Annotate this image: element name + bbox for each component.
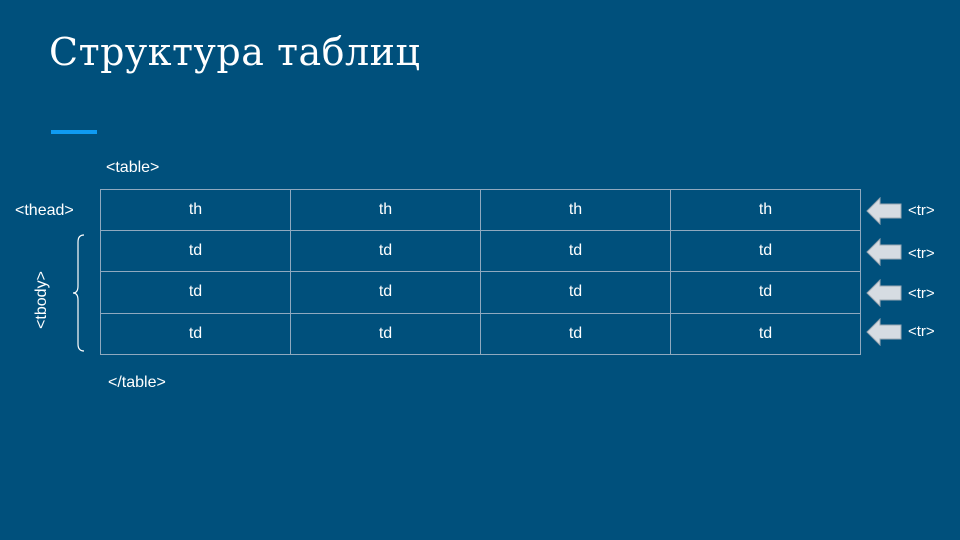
body-row: td td td td — [100, 229, 861, 273]
body-cell: td — [670, 229, 861, 273]
tr-label: <tr> — [908, 245, 935, 262]
left-arrow-icon — [866, 279, 902, 307]
table-close-label: </table> — [108, 374, 166, 391]
thead-label: <thead> — [15, 202, 74, 219]
tr-label: <tr> — [908, 323, 935, 340]
header-cell: th — [480, 189, 671, 231]
tbody-label: <tbody> — [33, 271, 50, 329]
body-cell: td — [480, 271, 671, 314]
body-cell: td — [100, 271, 291, 314]
body-cell: td — [480, 229, 671, 273]
tbody-brace — [72, 234, 85, 352]
body-cell: td — [290, 312, 481, 356]
slide-title: Структура таблиц — [49, 30, 421, 74]
body-cell: td — [290, 229, 481, 273]
header-cell: th — [670, 189, 861, 231]
body-row: td td td td — [100, 271, 861, 314]
body-cell: td — [100, 312, 291, 356]
table-head: th th th th — [100, 189, 861, 231]
header-row: th th th th — [100, 189, 861, 231]
tr-label: <tr> — [908, 202, 935, 219]
header-cell: th — [100, 189, 291, 231]
body-cell: td — [670, 271, 861, 314]
structure-table: th th th th td td td td td td td td td t… — [100, 189, 861, 356]
body-cell: td — [480, 312, 671, 356]
body-cell: td — [100, 229, 291, 273]
title-accent-bar — [51, 130, 97, 134]
table-body: td td td td td td td td td td td td — [100, 229, 861, 356]
table-open-label: <table> — [106, 159, 160, 176]
body-cell: td — [670, 312, 861, 356]
left-arrow-icon — [866, 318, 902, 346]
left-arrow-icon — [866, 238, 902, 266]
tr-label: <tr> — [908, 285, 935, 302]
header-cell: th — [290, 189, 481, 231]
left-arrow-icon — [866, 197, 902, 225]
body-row: td td td td — [100, 312, 861, 356]
body-cell: td — [290, 271, 481, 314]
